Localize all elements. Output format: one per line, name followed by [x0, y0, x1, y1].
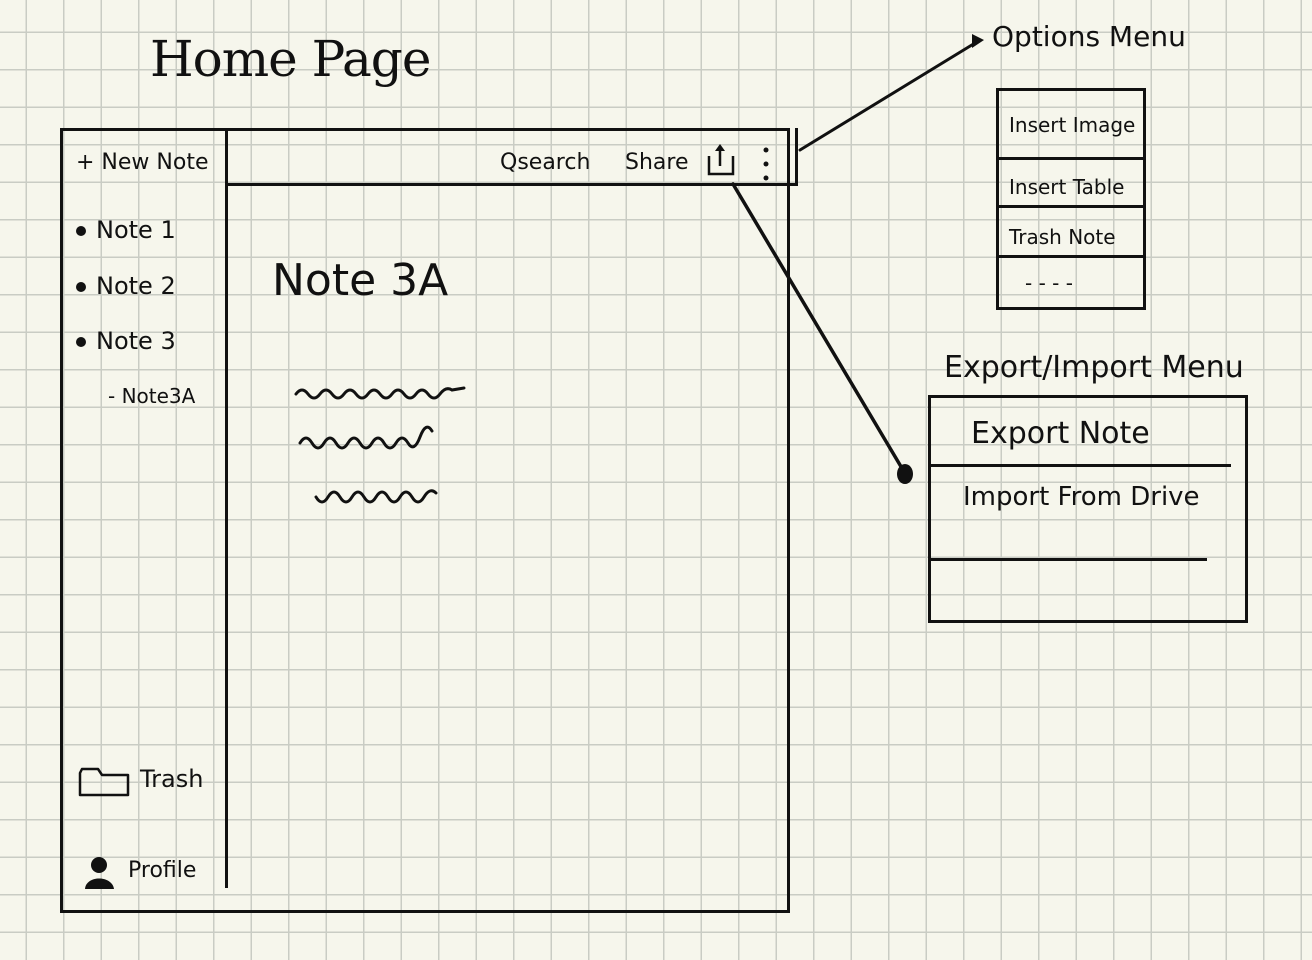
arrowhead: [897, 464, 913, 484]
annotation-arrows: [731, 34, 984, 484]
arrow-to-export-menu: [731, 182, 905, 472]
arrow-to-options-menu: [798, 38, 982, 152]
arrowhead: [972, 34, 984, 48]
